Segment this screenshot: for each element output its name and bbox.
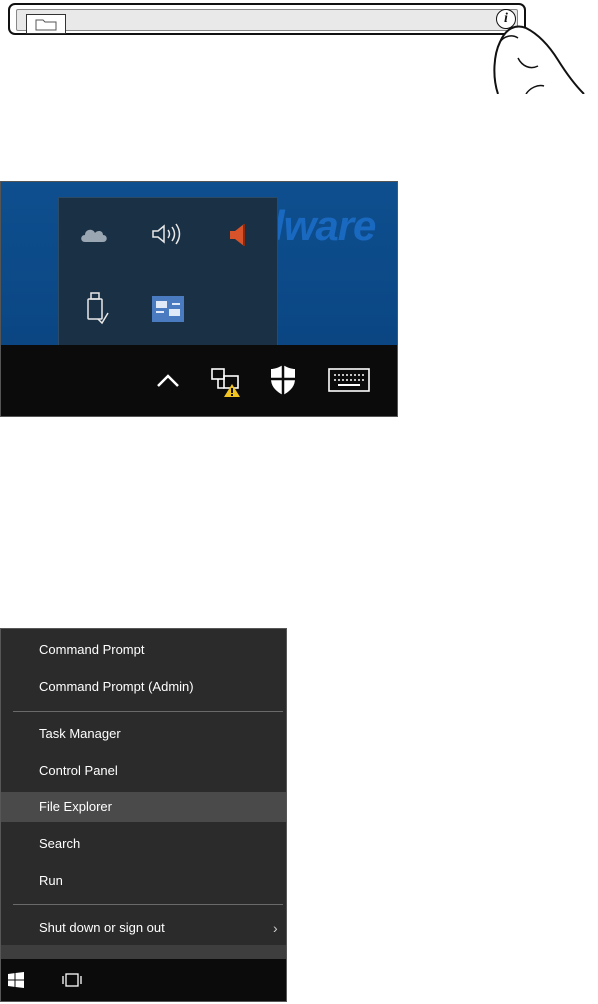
menu-item-command-prompt-admin[interactable]: Command Prompt (Admin) [1,672,286,702]
folder-icon [35,19,57,31]
network-warning-icon[interactable] [209,365,243,399]
muted-speaker-icon[interactable] [219,220,255,250]
power-user-menu: Command Prompt Command Prompt (Admin) Ta… [0,628,287,1002]
taskbar [1,345,397,416]
address-field[interactable] [16,9,518,34]
menu-separator [13,711,283,712]
menu-item-shut-down-or-sign-out[interactable]: Shut down or sign out › [1,913,286,943]
menu-item-label: Search [39,836,81,851]
menu-bottom-strip [1,945,286,959]
task-view-icon[interactable] [59,969,85,991]
menu-item-command-prompt[interactable]: Command Prompt [1,635,286,665]
menu-item-label: Command Prompt (Admin) [39,679,194,694]
speaker-icon[interactable] [147,220,187,248]
chevron-right-icon: › [273,920,278,936]
menu-item-label: File Explorer [39,799,112,814]
touch-keyboard-icon[interactable] [327,365,371,395]
menu-item-control-panel[interactable]: Control Panel [1,756,286,786]
menu-item-label: Control Panel [39,763,118,778]
windows-taskbar [1,959,286,1001]
menu-item-search[interactable]: Search [1,829,286,859]
folder-button[interactable] [26,14,66,34]
windows-start-icon[interactable] [5,969,27,991]
menu-item-label: Command Prompt [39,642,145,657]
menu-item-label: Run [39,873,63,888]
address-bar: i [8,3,526,35]
menu-item-file-explorer[interactable]: File Explorer [1,792,286,822]
finger-icon [493,25,585,94]
network-adapter-icon[interactable] [151,294,185,324]
system-tray-screenshot: lware [0,181,398,417]
menu-item-label: Shut down or sign out [39,920,165,935]
usb-drive-icon[interactable] [79,290,113,326]
tray-overflow-flyout [58,197,278,347]
show-hidden-icons-chevron[interactable] [153,367,183,395]
wallpaper-text: lware [273,202,376,249]
menu-item-task-manager[interactable]: Task Manager [1,719,286,749]
menu-separator [13,904,283,905]
menu-item-label: Task Manager [39,726,121,741]
menu-item-run[interactable]: Run [1,866,286,896]
windows-defender-shield-icon[interactable] [267,363,299,397]
onedrive-cloud-icon[interactable] [77,220,111,248]
